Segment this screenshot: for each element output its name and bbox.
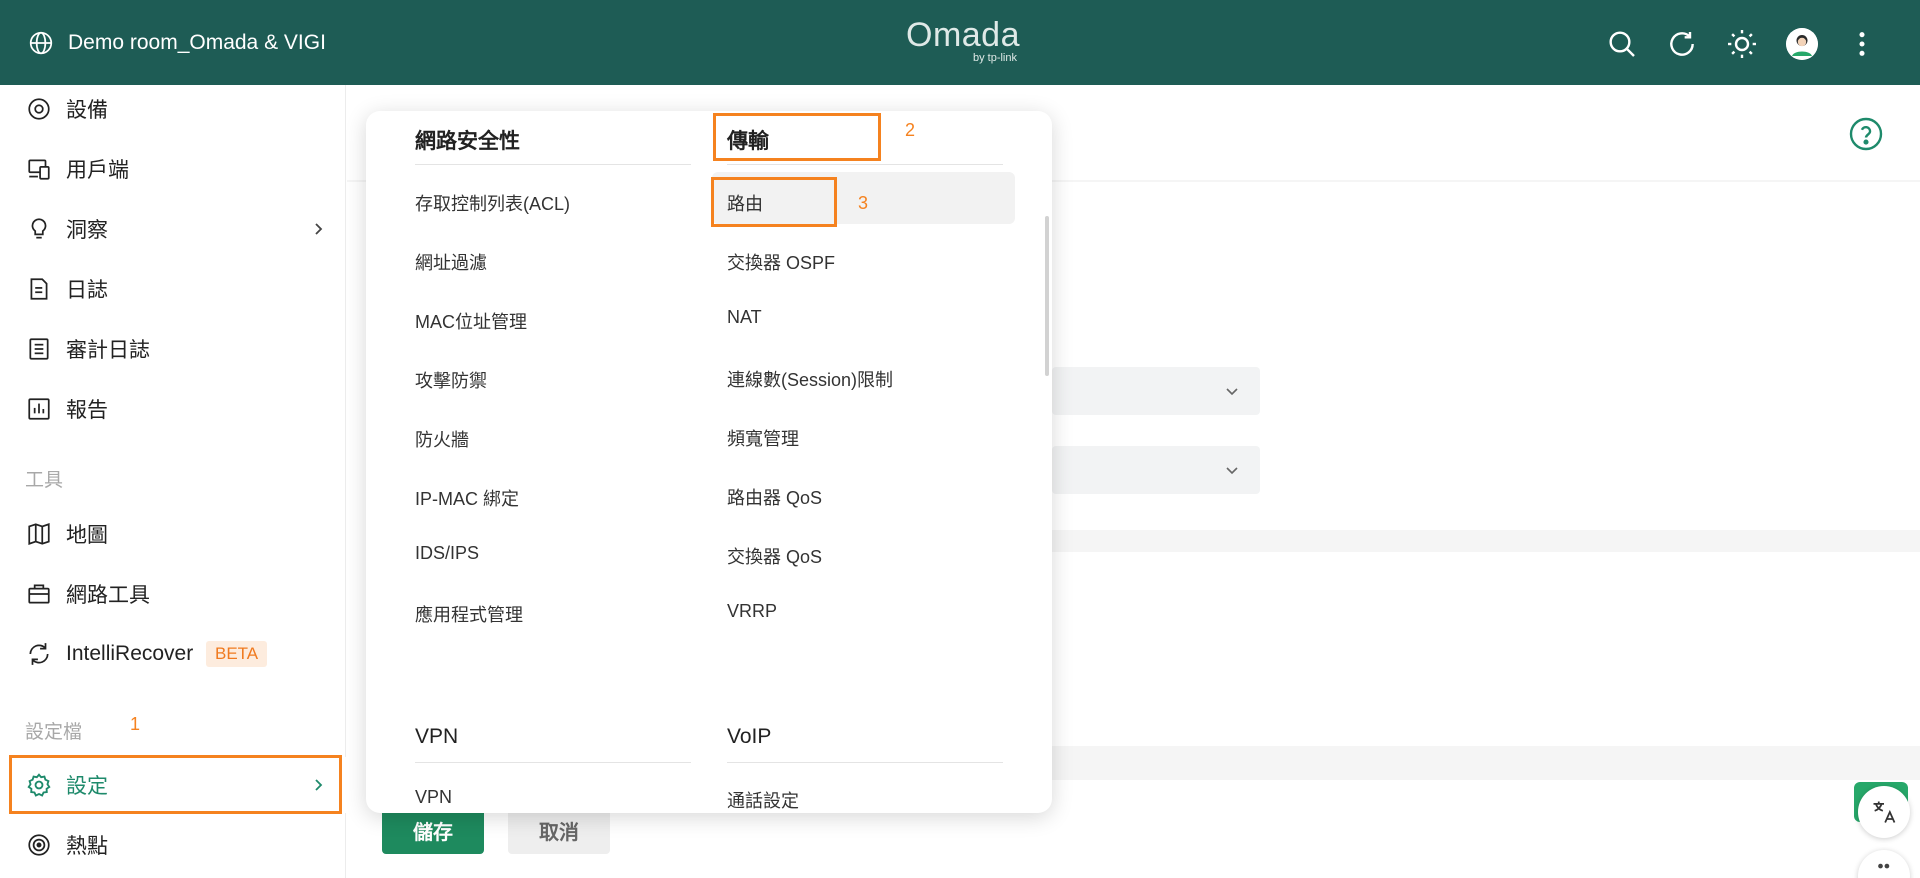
map-icon: [26, 521, 52, 547]
sidebar-item-label: 地圖: [66, 524, 108, 547]
logo-text: Omada: [906, 16, 1020, 54]
theme-sun-icon[interactable]: [1722, 24, 1762, 64]
menu-heading-security: 網路安全性: [415, 130, 520, 153]
sidebar-item-label: 網路工具: [66, 584, 150, 607]
sidebar-item-network-tools[interactable]: 網路工具: [0, 566, 346, 622]
sidebar-item-intellirecover[interactable]: IntelliRecover BETA: [0, 626, 346, 682]
help-icon[interactable]: [1848, 116, 1884, 152]
top-bar: Demo room_Omada & VIGI Omada by tp-link: [0, 0, 1920, 85]
sidebar-item-label: 日誌: [66, 279, 108, 302]
annotation-box-transmission: [713, 113, 881, 161]
sidebar-item-logs[interactable]: 日誌: [0, 261, 346, 317]
menu-item-ids-ips[interactable]: IDS/IPS: [415, 543, 479, 564]
beta-badge: BETA: [206, 641, 268, 667]
menu-item-call-settings[interactable]: 通話設定: [727, 787, 799, 813]
annotation-box-settings: [9, 755, 342, 814]
clients-icon: [26, 156, 52, 182]
sidebar-item-label: 報告: [66, 399, 108, 422]
report-chart-icon: [26, 396, 52, 422]
menu-item-switch-qos[interactable]: 交換器 QoS: [727, 543, 822, 569]
menu-item-attack-defense[interactable]: 攻擊防禦: [415, 367, 487, 393]
avatar-image: [1786, 28, 1818, 60]
chevron-down-icon: [1226, 388, 1238, 396]
logo-subtext: by tp-link: [972, 52, 1017, 64]
log-icon: [26, 276, 52, 302]
sidebar-item-audit-logs[interactable]: 審計日誌: [0, 321, 346, 377]
site-name: Demo room_Omada & VIGI: [68, 31, 326, 54]
annotation-box-routing: [711, 177, 837, 227]
chevron-right-icon: [315, 223, 323, 235]
select-field[interactable]: [1052, 367, 1260, 415]
sidebar-item-reports[interactable]: 報告: [0, 381, 346, 437]
save-button[interactable]: 儲存: [382, 806, 484, 854]
header-actions: [1582, 24, 1882, 64]
annotation-number-3: 3: [858, 193, 869, 213]
sidebar-item-map[interactable]: 地圖: [0, 506, 346, 562]
sidebar-item-insight[interactable]: 洞察: [0, 201, 346, 257]
menu-item-switch-ospf[interactable]: 交換器 OSPF: [727, 249, 835, 275]
sidebar-item-label: 用戶端: [66, 159, 129, 182]
divider: [727, 164, 1003, 165]
network-tools-icon: [26, 581, 52, 607]
divider: [415, 762, 691, 763]
menu-item-url-filter[interactable]: 網址過濾: [415, 249, 487, 275]
menu-item-router-qos[interactable]: 路由器 QoS: [727, 484, 822, 510]
search-icon[interactable]: [1602, 24, 1642, 64]
divider: [415, 164, 691, 165]
sidebar-item-label: IntelliRecover: [66, 642, 194, 665]
device-icon: [26, 96, 52, 122]
sidebar-item-clients[interactable]: 用戶端: [0, 141, 346, 197]
intellirecover-icon: [26, 641, 52, 667]
select-field[interactable]: [1052, 446, 1260, 494]
menu-item-firewall[interactable]: 防火牆: [415, 426, 469, 452]
profile-section-label: 設定檔: [25, 722, 83, 743]
translate-icon[interactable]: [1858, 786, 1910, 838]
omada-logo: Omada by tp-link: [903, 16, 1023, 66]
menu-item-ip-mac-binding[interactable]: IP-MAC 綁定: [415, 485, 519, 511]
menu-item-vpn[interactable]: VPN: [415, 787, 452, 808]
sidebar-item-hotspot[interactable]: 熱點: [0, 817, 346, 873]
chevron-down-icon: [1226, 467, 1238, 475]
refresh-icon[interactable]: [1662, 24, 1702, 64]
section-separator: [1052, 746, 1920, 780]
sidebar-item-label: 審計日誌: [66, 339, 150, 362]
menu-item-nat[interactable]: NAT: [727, 307, 762, 328]
site-selector[interactable]: Demo room_Omada & VIGI: [28, 26, 326, 60]
cancel-button[interactable]: 取消: [508, 806, 610, 854]
annotation-number-2: 2: [905, 120, 916, 140]
menu-scrollbar[interactable]: [1045, 216, 1049, 376]
menu-item-session-limit[interactable]: 連線數(Session)限制: [727, 366, 893, 392]
menu-item-app-management[interactable]: 應用程式管理: [415, 601, 523, 627]
menu-heading-vpn: VPN: [415, 725, 459, 748]
menu-item-mac-management[interactable]: MAC位址管理: [415, 308, 527, 334]
sidebar-item-label: 設備: [66, 99, 108, 122]
sidebar-item-label: 熱點: [66, 835, 108, 858]
more-vertical-icon[interactable]: [1842, 24, 1882, 64]
menu-item-acl[interactable]: 存取控制列表(ACL): [415, 190, 570, 216]
menu-item-vrrp[interactable]: VRRP: [727, 601, 777, 622]
audit-log-icon: [26, 336, 52, 362]
insight-bulb-icon: [26, 216, 52, 242]
hotspot-icon: [26, 832, 52, 858]
menu-heading-voip: VoIP: [727, 725, 772, 748]
sidebar-item-devices[interactable]: 設備: [0, 81, 346, 137]
annotation-number-1: 1: [130, 714, 141, 734]
tools-section-label: 工具: [25, 470, 64, 491]
section-separator: [1052, 530, 1920, 552]
sidebar-item-label: 洞察: [66, 219, 108, 242]
user-avatar[interactable]: [1782, 24, 1822, 64]
globe-icon: [29, 31, 53, 55]
divider: [727, 762, 1003, 763]
menu-item-bandwidth[interactable]: 頻寬管理: [727, 425, 799, 451]
